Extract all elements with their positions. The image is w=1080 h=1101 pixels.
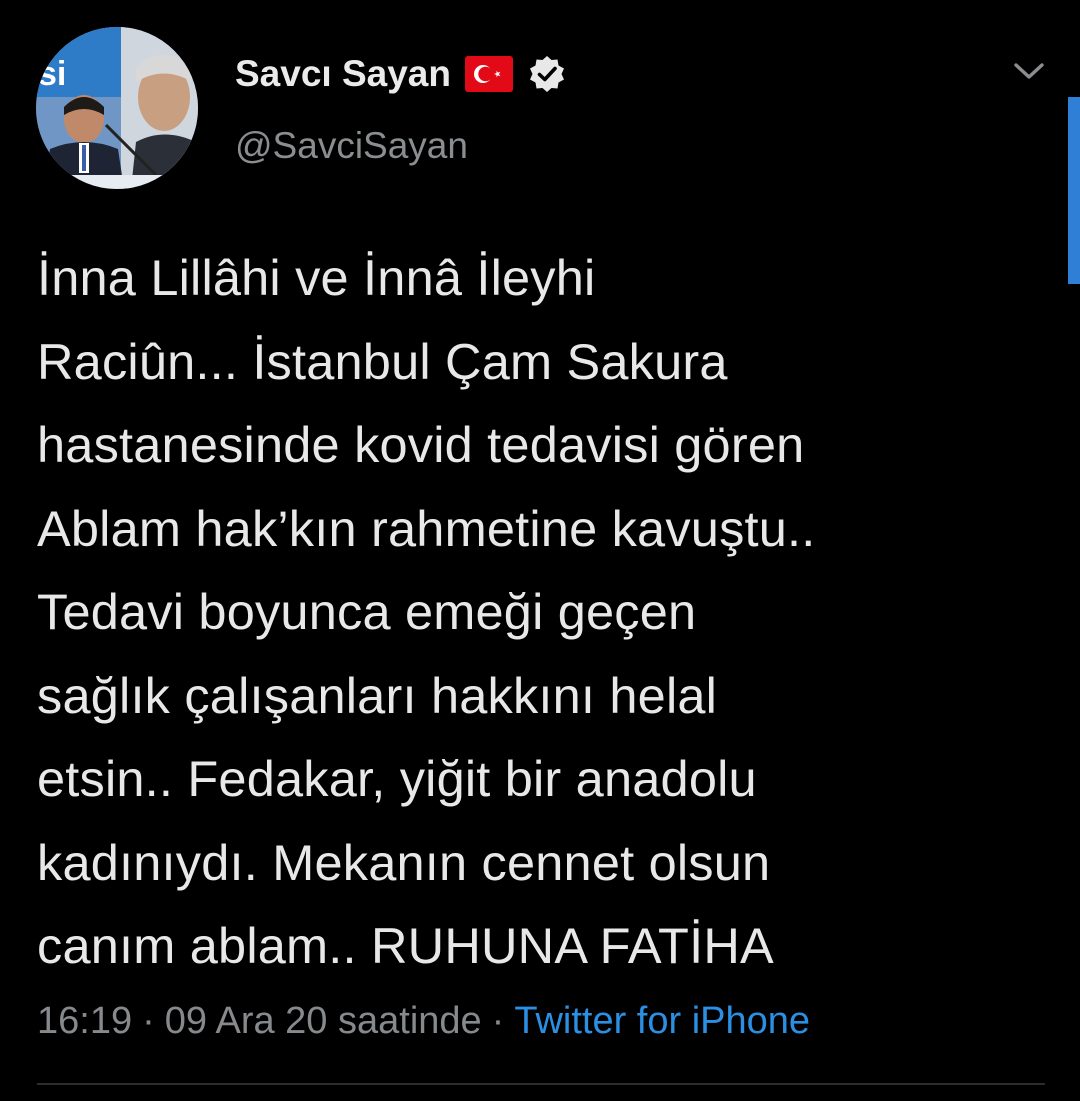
avatar-banner-text: si	[38, 55, 66, 93]
display-name[interactable]: Savcı Sayan	[235, 53, 451, 95]
tweet-meta: 16:19 · 09 Ara 20 saatinde · Twitter for…	[37, 996, 810, 1046]
meta-separator: ·	[491, 999, 505, 1042]
verified-badge-icon	[527, 54, 567, 94]
tweet-date: 09 Ara 20 saatinde	[164, 999, 482, 1042]
tweet-time: 16:19	[37, 999, 133, 1042]
tweet-text: İnna Lillâhi ve İnnâ İleyhi Raciûn... İs…	[37, 249, 816, 974]
avatar[interactable]: si	[36, 27, 198, 189]
turkey-flag-icon	[464, 56, 513, 92]
scrollbar[interactable]	[1068, 97, 1080, 284]
chevron-down-icon[interactable]	[1010, 56, 1048, 86]
display-name-row[interactable]: Savcı Sayan	[235, 50, 567, 98]
user-handle[interactable]: @SavciSayan	[235, 125, 468, 167]
tweet-source-link[interactable]: Twitter for iPhone	[514, 1000, 810, 1043]
meta-separator: ·	[142, 999, 155, 1042]
divider	[37, 1083, 1045, 1085]
